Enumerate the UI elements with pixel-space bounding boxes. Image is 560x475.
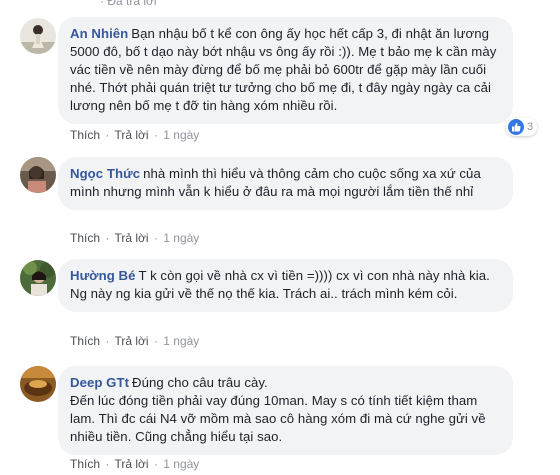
comment-time[interactable]: 1 ngày bbox=[163, 128, 199, 142]
separator: · bbox=[105, 231, 110, 245]
separator: · bbox=[105, 334, 110, 348]
comment-actions: Thích · Trả lời · 1 ngày bbox=[70, 334, 199, 348]
comment-author[interactable]: Ngọc Thức bbox=[70, 166, 140, 181]
separator: · bbox=[105, 128, 110, 142]
avatar[interactable] bbox=[20, 157, 56, 193]
like-icon bbox=[508, 119, 524, 135]
reply-link[interactable]: Trả lời bbox=[114, 128, 148, 142]
comment-text: Bạn nhậu bố t kể con ông ấy học hết cấp … bbox=[70, 26, 497, 113]
comment-actions: Thích · Trả lời · 1 ngày bbox=[70, 231, 199, 245]
comment-bubble: An Nhiên Bạn nhậu bố t kể con ông ấy học … bbox=[58, 17, 513, 124]
reply-link[interactable]: Trả lời bbox=[114, 457, 148, 471]
previous-reply-cut: · Đã trả lời bbox=[0, 0, 560, 10]
comment-author[interactable]: Hường Bé bbox=[70, 268, 135, 283]
avatar[interactable] bbox=[20, 366, 56, 402]
separator: · bbox=[153, 128, 158, 142]
reaction-summary[interactable]: 3 bbox=[506, 118, 538, 136]
comment-time[interactable]: 1 ngày bbox=[163, 334, 199, 348]
comment-time[interactable]: 1 ngày bbox=[163, 457, 199, 471]
avatar[interactable] bbox=[20, 260, 56, 296]
comment-time[interactable]: 1 ngày bbox=[163, 231, 199, 245]
like-link[interactable]: Thích bbox=[70, 231, 100, 245]
reaction-count: 3 bbox=[527, 121, 534, 133]
previous-reply-text: · Đã trả lời bbox=[100, 0, 157, 8]
separator: · bbox=[153, 334, 158, 348]
separator: · bbox=[153, 231, 158, 245]
separator: · bbox=[105, 457, 110, 471]
reply-link[interactable]: Trả lời bbox=[114, 334, 148, 348]
comment-author[interactable]: An Nhiên bbox=[70, 26, 128, 41]
comment-text-line1: Đúng cho câu trâu cày. bbox=[132, 375, 268, 390]
reply-link[interactable]: Trả lời bbox=[114, 231, 148, 245]
separator: · bbox=[153, 457, 158, 471]
like-link[interactable]: Thích bbox=[70, 334, 100, 348]
avatar[interactable] bbox=[20, 18, 56, 54]
comment-actions: Thích · Trả lời · 1 ngày bbox=[70, 128, 199, 142]
comment-text: Đến lúc đóng tiền phải vay đúng 10man. M… bbox=[70, 393, 486, 444]
comment-actions: Thích · Trả lời · 1 ngày bbox=[70, 457, 199, 471]
comment-bubble: Deep GTt Đúng cho câu trâu cày. Đến lúc đó… bbox=[58, 366, 513, 455]
comment-author[interactable]: Deep GTt bbox=[70, 375, 129, 390]
comment-bubble: Ngọc Thức nhà mình thì hiểu và thông cảm … bbox=[58, 157, 513, 210]
like-link[interactable]: Thích bbox=[70, 457, 100, 471]
like-link[interactable]: Thích bbox=[70, 128, 100, 142]
comment-bubble: Hường Bé T k còn gọi về nhà cx vì tiền =)… bbox=[58, 259, 513, 312]
